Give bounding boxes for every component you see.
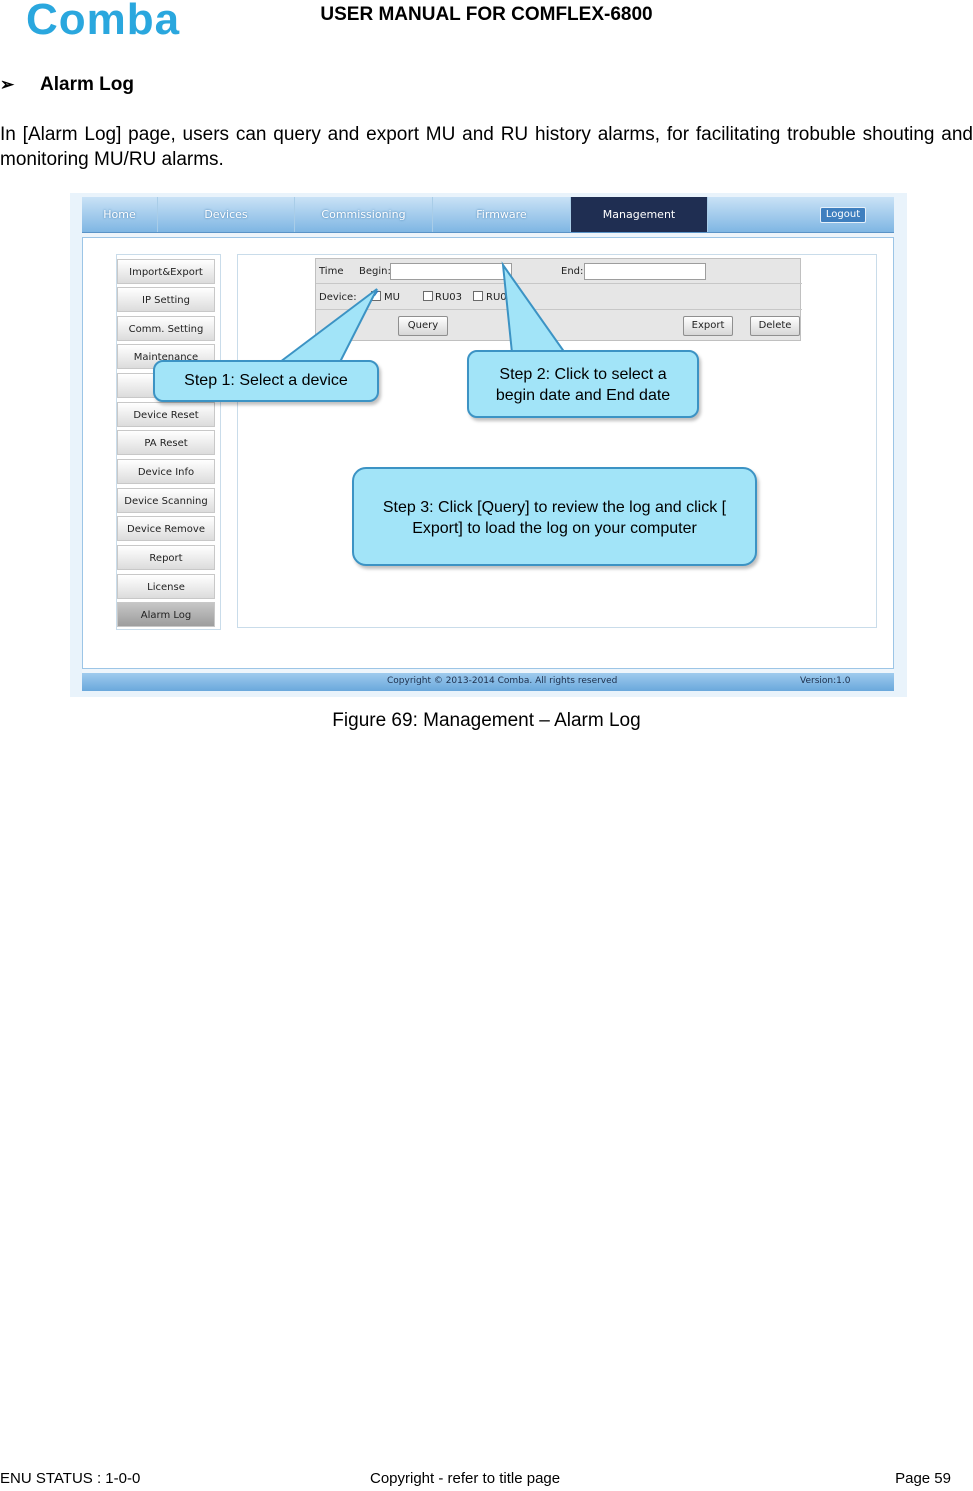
ru03-label: RU03 — [435, 292, 462, 303]
ru03-checkbox[interactable] — [423, 291, 433, 301]
sidebar-item-alarm-log[interactable]: Alarm Log — [117, 602, 215, 627]
tab-devices[interactable]: Devices — [158, 197, 295, 232]
query-button[interactable]: Query — [398, 316, 448, 336]
begin-label: Begin: — [359, 266, 391, 277]
svg-text:Comba: Comba — [26, 0, 180, 40]
mu-checkbox[interactable] — [371, 289, 381, 301]
alarm-log-panel: Time Begin: End: Device: MU RU03 RU0 — [237, 254, 877, 628]
begin-date-input[interactable] — [390, 263, 512, 280]
section-heading: ➢ Alarm Log — [0, 74, 134, 96]
step2-callout: Step 2: Click to select a begin date and… — [467, 350, 699, 418]
app-window: Home Devices Commissioning Firmware Mana… — [82, 197, 894, 691]
tab-commissioning[interactable]: Commissioning — [295, 197, 433, 232]
sidebar-item-comm-setting[interactable]: Comm. Setting — [117, 316, 215, 341]
alarm-query-form: Time Begin: End: Device: MU RU03 RU0 — [315, 258, 802, 341]
intro-paragraph: In [Alarm Log] page, users can query and… — [0, 124, 973, 170]
management-screenshot: Home Devices Commissioning Firmware Mana… — [70, 193, 907, 697]
step1-callout: Step 1: Select a device — [153, 360, 379, 402]
sidebar-item-device-reset[interactable]: Device Reset — [117, 402, 215, 427]
tab-home[interactable]: Home — [82, 197, 158, 232]
device-row: Device: MU RU03 RU0 — [316, 285, 802, 310]
comba-logo: Comba — [26, 0, 180, 40]
tab-management[interactable]: Management — [571, 197, 708, 232]
tab-firmware[interactable]: Firmware — [433, 197, 571, 232]
delete-button[interactable]: Delete — [750, 316, 800, 336]
top-nav: Home Devices Commissioning Firmware Mana… — [82, 197, 894, 233]
copyright-note: Copyright - refer to title page — [370, 1470, 561, 1487]
footer-version: Version:1.0 — [800, 676, 851, 686]
figure-caption: Figure 69: Management – Alarm Log — [332, 710, 641, 731]
section-title: Alarm Log — [40, 74, 134, 95]
sidebar-item-report[interactable]: Report — [117, 545, 215, 570]
sidebar-item-import-export[interactable]: Import&Export — [117, 259, 215, 284]
time-row: Time Begin: End: — [316, 259, 802, 284]
sidebar-item-pa-reset[interactable]: PA Reset — [117, 430, 215, 455]
end-date-input[interactable] — [584, 263, 706, 280]
sidebar-item-ip-setting[interactable]: IP Setting — [117, 287, 215, 312]
document-status: ENU STATUS : 1-0-0 — [0, 1470, 141, 1487]
end-label: End: — [561, 266, 584, 277]
ru0-checkbox[interactable] — [473, 291, 483, 301]
footer-copyright: Copyright © 2013-2014 Comba. All rights … — [387, 676, 618, 686]
sidebar-item-device-info[interactable]: Device Info — [117, 459, 215, 484]
action-row: Query Export Delete — [316, 311, 802, 336]
export-button[interactable]: Export — [683, 316, 733, 336]
app-footer: Copyright © 2013-2014 Comba. All rights … — [82, 673, 894, 691]
mu-label: MU — [384, 292, 400, 303]
sidebar-item-device-scanning[interactable]: Device Scanning — [117, 488, 215, 513]
page-number: Page 59 — [895, 1470, 951, 1487]
manual-title: USER MANUAL FOR COMFLEX-6800 — [320, 4, 653, 25]
ru0-label: RU0 — [486, 292, 507, 303]
content-frame: Import&Export IP Setting Comm. Setting M… — [82, 237, 894, 669]
sidebar-item-license[interactable]: License — [117, 574, 215, 599]
arrow-bullet-icon: ➢ — [0, 75, 15, 94]
logout-button[interactable]: Logout — [820, 207, 866, 223]
step3-callout: Step 3: Click [Query] to review the log … — [352, 467, 757, 566]
time-label: Time — [319, 266, 344, 277]
device-label: Device: — [319, 292, 357, 303]
management-sidebar: Import&Export IP Setting Comm. Setting M… — [116, 254, 221, 630]
sidebar-item-device-remove[interactable]: Device Remove — [117, 516, 215, 541]
